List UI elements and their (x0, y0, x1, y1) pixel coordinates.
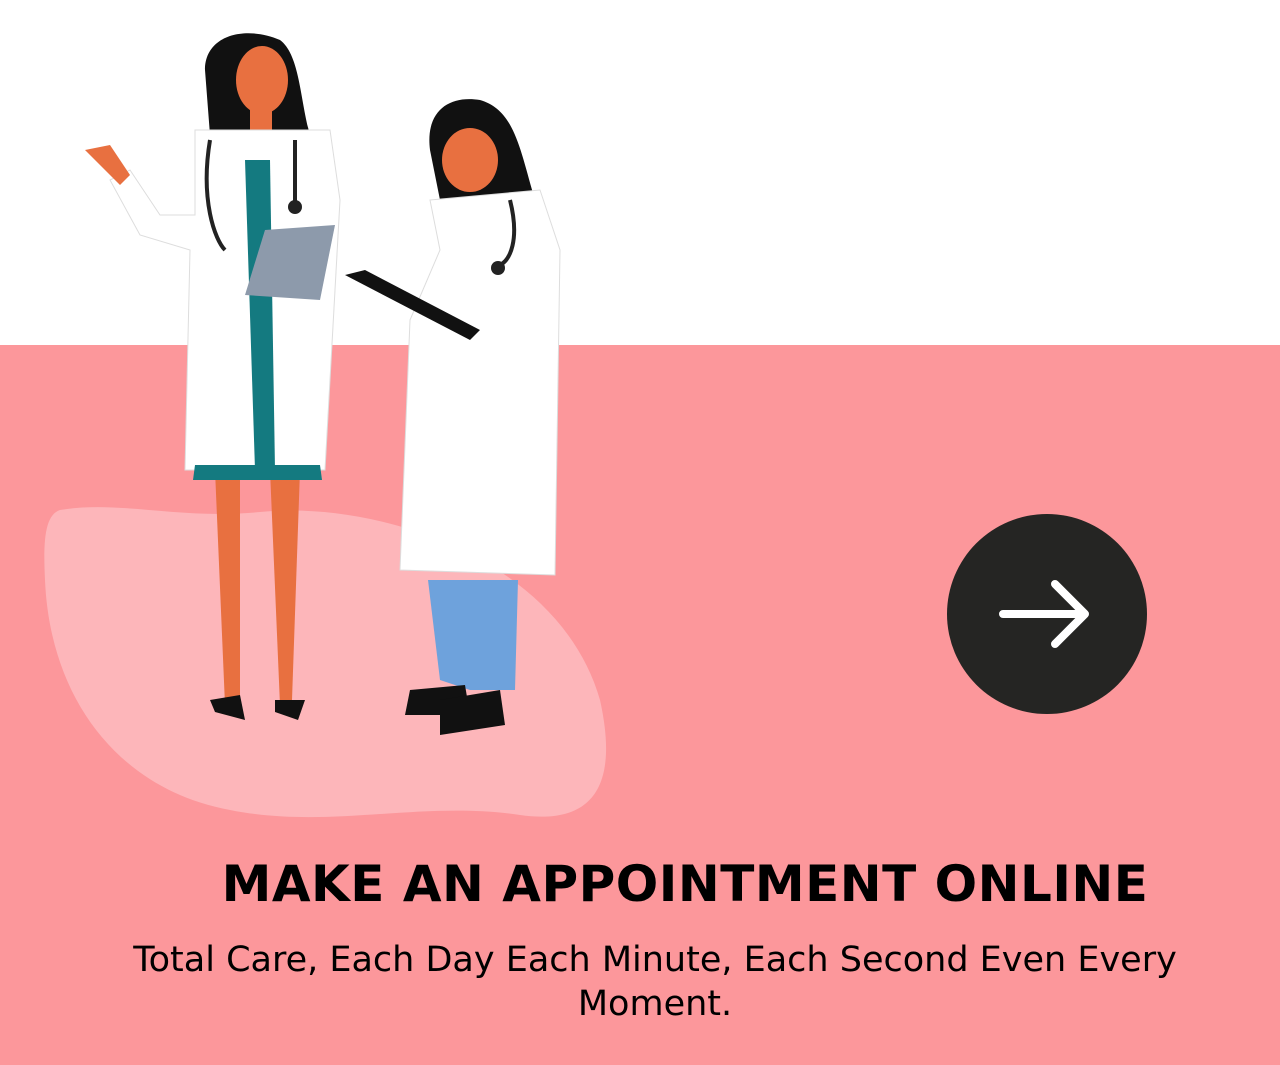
two-doctors-illustration (44, 33, 607, 818)
page-subtitle: Total Care, Each Day Each Minute, Each S… (133, 940, 1177, 1024)
page-title: MAKE AN APPOINTMENT ONLINE (221, 855, 1149, 913)
next-arrow-button[interactable] (947, 514, 1147, 714)
arrow-right-icon (999, 580, 1089, 648)
